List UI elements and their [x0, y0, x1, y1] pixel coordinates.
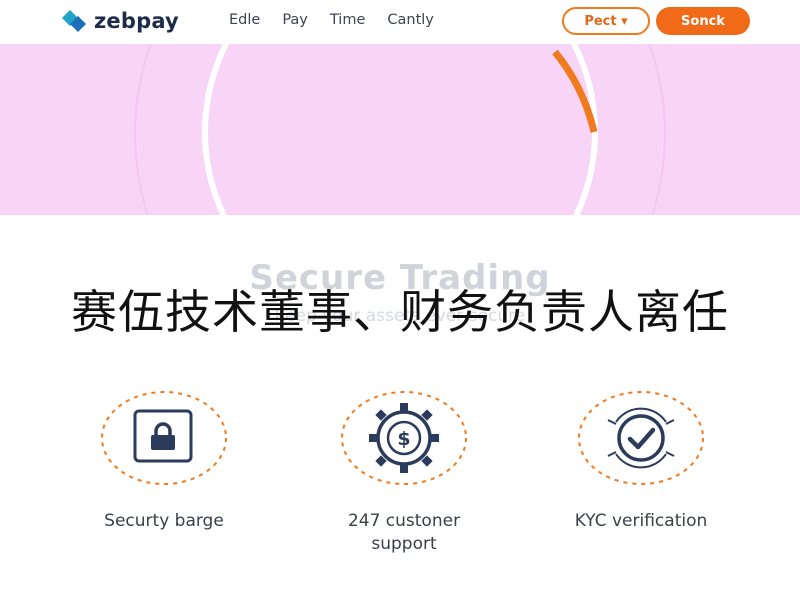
primary-cta-button[interactable]: Sonck — [656, 7, 750, 35]
overlay-caption: 赛伍技术董事、财务负责人离任 — [71, 285, 729, 339]
feature-label: 247 custoner support — [304, 510, 504, 556]
svg-text:$: $ — [397, 428, 410, 450]
feature-circle: $ — [339, 390, 469, 490]
nav-link-edle[interactable]: Edle — [229, 12, 260, 28]
feature-security: Securty barge — [64, 390, 264, 533]
feature-label: KYC verification — [574, 511, 708, 531]
feature-label-line: 247 custoner — [347, 511, 461, 531]
lock-icon — [101, 391, 227, 485]
feature-circle — [576, 390, 706, 490]
nav-link-pay[interactable]: Pay — [282, 12, 308, 28]
nav-link-time[interactable]: Time — [330, 12, 366, 28]
feature-kyc: KYC verification — [541, 390, 741, 533]
feature-circle — [99, 390, 229, 490]
hero-ring — [202, 44, 598, 215]
zebpay-logo-icon — [62, 10, 86, 32]
hero-graphic — [134, 44, 666, 215]
brand-name: zebpay — [94, 9, 179, 33]
feature-support: $ 247 custoner support — [304, 390, 504, 556]
zebpay-logo[interactable]: zebpay — [60, 8, 179, 34]
dollar-gear-icon: $ — [341, 391, 467, 485]
hero-banner — [0, 44, 800, 215]
feature-label-line: support — [371, 534, 437, 554]
nav-links: Edle Pay Time Cantly — [229, 12, 456, 28]
feature-label: Securty barge — [104, 511, 224, 531]
nav-link-cantly[interactable]: Cantly — [387, 12, 434, 28]
check-badge-icon — [578, 391, 704, 485]
top-navbar: zebpay Edle Pay Time Cantly Pect ▾ Sonck — [0, 0, 800, 44]
dropdown-button[interactable]: Pect ▾ — [562, 7, 650, 35]
